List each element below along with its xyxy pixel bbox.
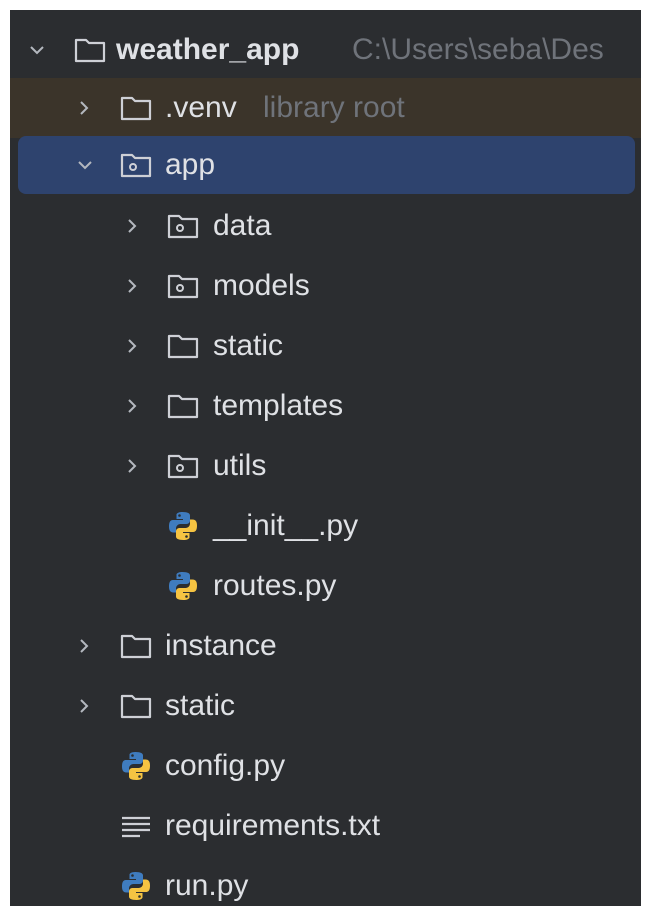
tree-item-label: config.py — [165, 749, 286, 782]
chevron-right-icon[interactable] — [122, 336, 142, 356]
library-root-hint: library root — [263, 91, 405, 124]
tree-row-routes-py[interactable]: routes.py — [10, 556, 641, 616]
tree-row-run-py[interactable]: run.py — [10, 856, 641, 906]
folder-icon — [167, 392, 199, 420]
tree-row-models[interactable]: models — [10, 256, 641, 316]
folder-icon — [120, 94, 152, 122]
tree-item-label: .venv — [165, 91, 237, 124]
tree-row-init-py[interactable]: __init__.py — [10, 496, 641, 556]
tree-row-utils[interactable]: utils — [10, 436, 641, 496]
package-folder-icon — [120, 151, 152, 179]
tree-item-label: utils — [213, 449, 267, 482]
python-file-icon — [167, 512, 199, 540]
tree-item-label: routes.py — [213, 569, 337, 602]
text-file-icon — [120, 812, 152, 840]
python-file-icon — [120, 872, 152, 900]
tree-row-static[interactable]: static — [10, 676, 641, 736]
python-file-icon — [167, 572, 199, 600]
tree-item-label: data — [213, 209, 272, 242]
tree-item-label: app — [165, 148, 216, 181]
folder-icon — [74, 36, 106, 64]
folder-icon — [167, 332, 199, 360]
tree-item-label: static — [165, 689, 236, 722]
tree-row-project-root[interactable]: weather_app C:\Users\seba\Des — [10, 20, 641, 80]
chevron-down-icon[interactable] — [27, 40, 47, 60]
package-folder-icon — [167, 452, 199, 480]
chevron-right-icon[interactable] — [74, 696, 94, 716]
tree-row-instance[interactable]: instance — [10, 616, 641, 676]
project-name: weather_app — [116, 33, 300, 66]
chevron-right-icon[interactable] — [74, 98, 94, 118]
tree-row-venv[interactable]: .venv library root — [10, 78, 641, 138]
chevron-right-icon[interactable] — [122, 216, 142, 236]
tree-item-label: templates — [213, 389, 344, 422]
project-path: C:\Users\seba\Des — [352, 33, 604, 66]
package-folder-icon — [167, 272, 199, 300]
tree-row-templates[interactable]: templates — [10, 376, 641, 436]
tree-item-label: static — [213, 329, 284, 362]
python-file-icon — [120, 752, 152, 780]
folder-icon — [120, 692, 152, 720]
tree-item-label: run.py — [165, 869, 249, 902]
tree-item-label: instance — [165, 629, 277, 662]
tree-row-data[interactable]: data — [10, 196, 641, 256]
tree-row-config-py[interactable]: config.py — [10, 736, 641, 796]
tree-item-label: __init__.py — [213, 509, 359, 542]
chevron-down-icon[interactable] — [75, 155, 95, 175]
tree-row-app-static[interactable]: static — [10, 316, 641, 376]
project-tree-panel: weather_app C:\Users\seba\Des .venv libr… — [10, 10, 641, 906]
tree-row-app[interactable]: app — [18, 136, 635, 194]
chevron-right-icon[interactable] — [122, 396, 142, 416]
tree-item-label: requirements.txt — [165, 809, 381, 842]
chevron-right-icon[interactable] — [74, 636, 94, 656]
chevron-right-icon[interactable] — [122, 456, 142, 476]
chevron-right-icon[interactable] — [122, 276, 142, 296]
package-folder-icon — [167, 212, 199, 240]
tree-item-label: models — [213, 269, 310, 302]
tree-row-requirements-txt[interactable]: requirements.txt — [10, 796, 641, 856]
folder-icon — [120, 632, 152, 660]
